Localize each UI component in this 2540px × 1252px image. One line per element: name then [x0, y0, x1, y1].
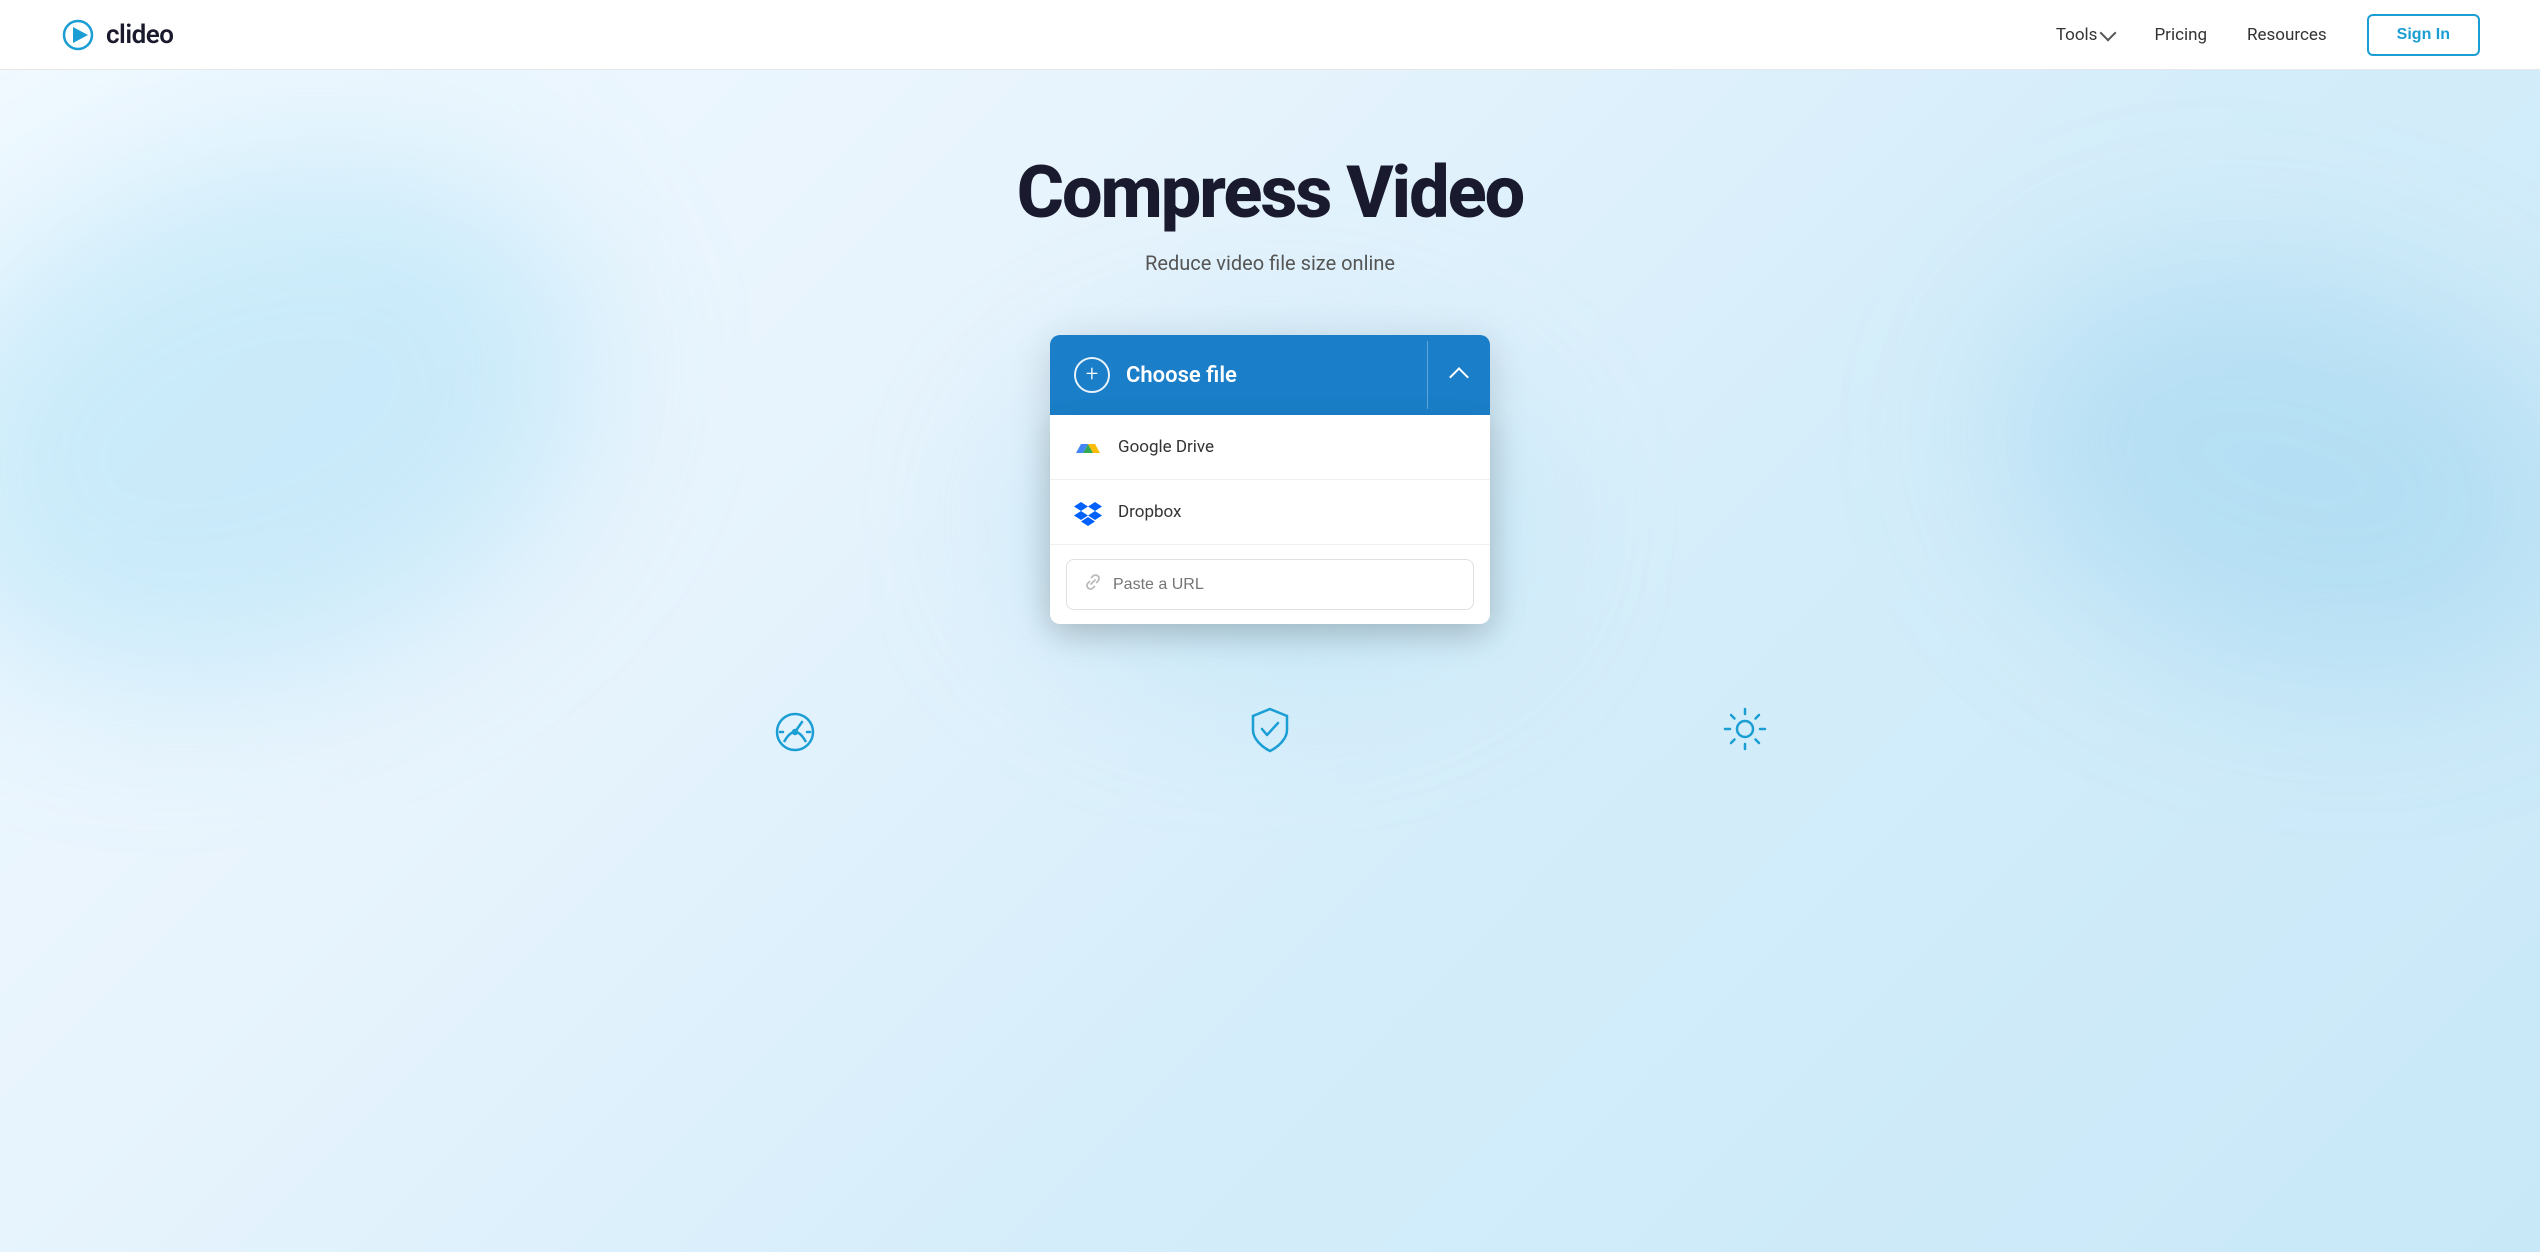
url-input-row — [1050, 545, 1490, 624]
security-feature — [1245, 704, 1295, 754]
dropdown-panel: Google Drive Dropbox — [1050, 415, 1490, 624]
dropbox-label: Dropbox — [1118, 502, 1182, 522]
nav-tools[interactable]: Tools — [2056, 25, 2115, 45]
main-content: Compress Video Reduce video file size on… — [0, 70, 2540, 1252]
google-drive-item[interactable]: Google Drive — [1050, 415, 1490, 480]
dropbox-item[interactable]: Dropbox — [1050, 480, 1490, 545]
url-input-wrapper — [1066, 559, 1474, 610]
speed-icon — [770, 704, 820, 754]
page-subtitle: Reduce video file size online — [1145, 251, 1395, 275]
chevron-up-button[interactable] — [1428, 341, 1490, 409]
choose-file-main[interactable]: + Choose file — [1050, 335, 1427, 415]
logo[interactable]: clideo — [60, 17, 173, 53]
main-nav: Tools Pricing Resources Sign In — [2056, 14, 2480, 56]
bottom-icons — [670, 644, 1870, 754]
url-input[interactable] — [1113, 576, 1457, 594]
header: clideo Tools Pricing Resources Sign In — [0, 0, 2540, 70]
choose-file-label: Choose file — [1126, 363, 1237, 388]
page-title: Compress Video — [1017, 150, 1523, 235]
link-icon — [1083, 572, 1103, 597]
logo-icon — [60, 17, 96, 53]
logo-text: clideo — [106, 20, 173, 50]
shield-check-icon — [1245, 704, 1295, 754]
gear-icon — [1720, 704, 1770, 754]
sign-in-button[interactable]: Sign In — [2367, 14, 2480, 56]
google-drive-label: Google Drive — [1118, 437, 1214, 457]
nav-pricing[interactable]: Pricing — [2154, 25, 2207, 45]
upload-widget: + Choose file — [1050, 335, 1490, 624]
plus-circle: + — [1074, 357, 1110, 393]
settings-feature — [1720, 704, 1770, 754]
plus-icon: + — [1086, 364, 1098, 386]
speed-feature — [770, 704, 820, 754]
nav-resources[interactable]: Resources — [2247, 25, 2327, 45]
google-drive-icon — [1074, 433, 1102, 461]
dropbox-icon — [1074, 498, 1102, 526]
chevron-down-icon — [2100, 25, 2117, 42]
chevron-up-icon — [1449, 367, 1469, 387]
choose-file-button[interactable]: + Choose file — [1050, 335, 1490, 415]
